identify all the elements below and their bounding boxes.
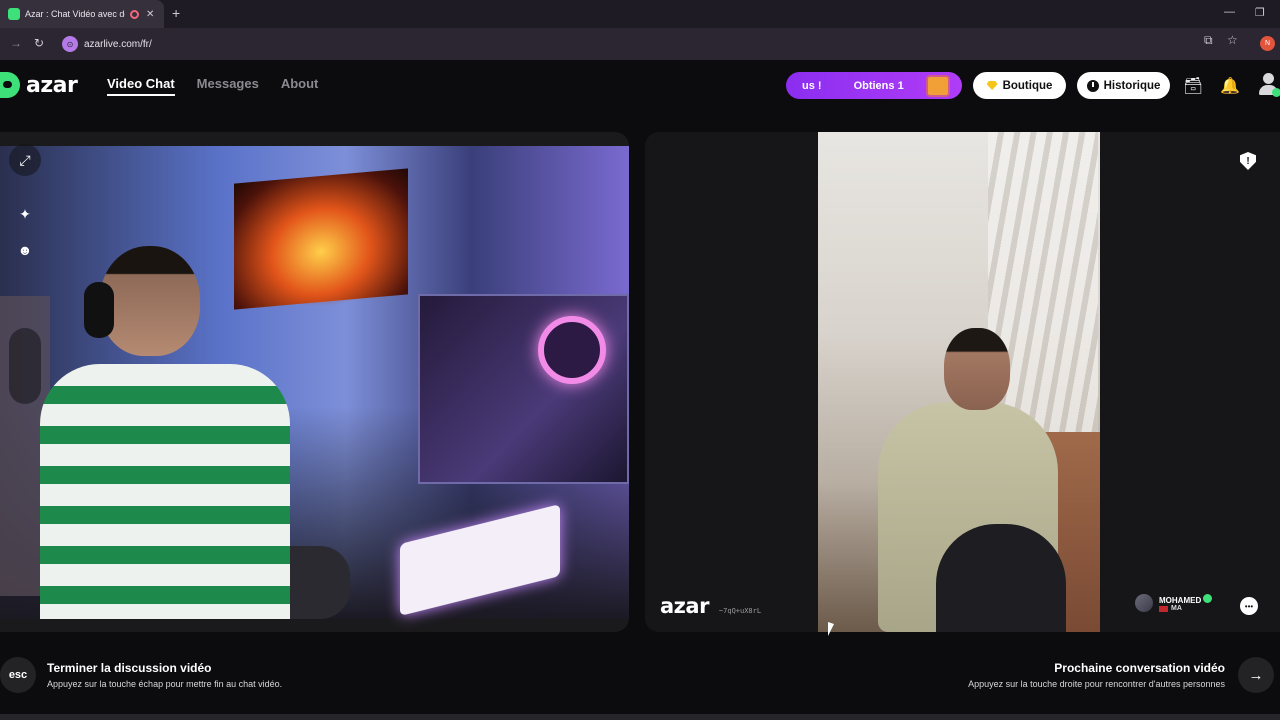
filter-button[interactable]: ✦ [9,198,41,230]
mouse-cursor-icon [828,622,834,636]
nav-video-chat[interactable]: Video Chat [107,76,175,96]
self-video-feed [0,146,629,619]
bookmark-star-icon[interactable]: ☆ [1227,33,1238,47]
recording-icon [130,9,139,19]
peer-country: MA [1171,605,1182,612]
end-chat-title: Terminer la discussion vidéo [47,661,212,675]
footer-controls: esc Terminer la discussion vidéo Appuyez… [0,650,1280,710]
sticker-button[interactable]: ☻ [9,234,41,266]
peer-country-row: MA [1159,605,1212,612]
clock-icon [1086,79,1099,92]
peer-name: MOHAMED [1159,596,1202,605]
self-video-panel: ⤢ ✦ ☻ [0,132,629,632]
azar-logo[interactable]: azar [0,72,78,98]
azar-favicon-icon [8,8,20,20]
history-label: Historique [1103,79,1161,92]
reload-icon[interactable]: ↻ [34,36,44,50]
back-icon[interactable]: → [10,36,22,50]
next-chat-button[interactable]: → [1238,657,1274,693]
restore-icon[interactable]: ❐ [1255,6,1265,19]
diamond-icon [986,81,998,90]
peer-avatar [1135,594,1153,612]
tab-title: Azar : Chat Vidéo avec de n [25,9,125,19]
browser-profile-avatar[interactable]: N [1260,36,1275,51]
site-info-icon[interactable]: ⊙ [62,36,78,52]
bottom-strip [0,714,1280,720]
logo-text: azar [26,72,78,98]
azar-logo-icon [0,72,20,98]
expand-icon: ⤢ [19,151,31,168]
peer-info[interactable]: MOHAMED MA [1135,594,1213,612]
morocco-flag-icon [1159,605,1168,612]
cast-icon[interactable]: ⧉ [1204,33,1213,48]
magic-wand-icon: ✦ [19,205,31,222]
minimize-icon[interactable]: — [1224,6,1235,18]
main-nav: Video Chat Messages About [107,76,318,96]
effects-toolbar [9,328,41,404]
sticker-icon: ☻ [17,242,33,258]
promo-left-text: us ! [802,79,822,92]
watermark-logo: azar [660,594,709,618]
watermark-id: ~7qQ+uX8rL [718,607,762,615]
peer-video-panel: azar ~7qQ+uX8rL ! MOHAMED MA ••• [645,132,1280,632]
end-chat-button[interactable]: esc [0,657,36,693]
new-tab-button[interactable]: + [172,5,180,21]
browser-tab-bar: Azar : Chat Vidéo avec de n ✕ + — ❐ [0,0,1280,28]
promo-banner[interactable]: us ! Obtiens 1 [786,72,962,99]
arrow-right-icon: → [1248,666,1264,684]
end-chat-hint: Appuyez sur la touche échap pour mettre … [47,679,283,689]
browser-tab[interactable]: Azar : Chat Vidéo avec de n ✕ [0,0,164,28]
end-chat-info: Terminer la discussion vidéo Appuyez sur… [47,661,282,689]
inbox-icon[interactable]: 🗃 [1183,76,1203,96]
verified-icon [1203,594,1213,603]
omnibox[interactable]: ⊙ azarlive.com/fr/ [56,32,1244,56]
peer-video-feed [818,132,1100,632]
treasure-chest-icon [926,75,950,97]
tab-close-icon[interactable]: ✕ [146,9,154,20]
expand-button[interactable]: ⤢ [9,144,41,176]
shop-label: Boutique [1002,79,1053,92]
app-header: azar Video Chat Messages About us ! Obti… [0,60,1280,112]
next-chat-hint: Appuyez sur la touche droite pour rencon… [968,679,1225,689]
chat-bubble-icon[interactable]: ••• [1240,597,1258,615]
online-badge [1272,88,1280,97]
bell-icon[interactable]: 🔔 [1220,76,1240,96]
report-shield-icon[interactable]: ! [1240,152,1256,170]
nav-messages[interactable]: Messages [197,76,259,96]
promo-right-text: Obtiens 1 [853,79,904,92]
next-chat-info: Prochaine conversation vidéo Appuyez sur… [968,661,1225,689]
user-avatar[interactable] [1258,73,1280,97]
azar-watermark: azar ~7qQ+uX8rL [660,594,761,618]
nav-about[interactable]: About [281,76,319,96]
next-chat-title: Prochaine conversation vidéo [1054,661,1225,675]
peer-name-row: MOHAMED [1159,594,1213,605]
shop-button[interactable]: Boutique [973,72,1066,99]
browser-address-bar: → ↻ ⊙ azarlive.com/fr/ ⧉ ☆ [0,28,1280,60]
url-text[interactable]: azarlive.com/fr/ [84,39,152,50]
history-button[interactable]: Historique [1077,72,1170,99]
